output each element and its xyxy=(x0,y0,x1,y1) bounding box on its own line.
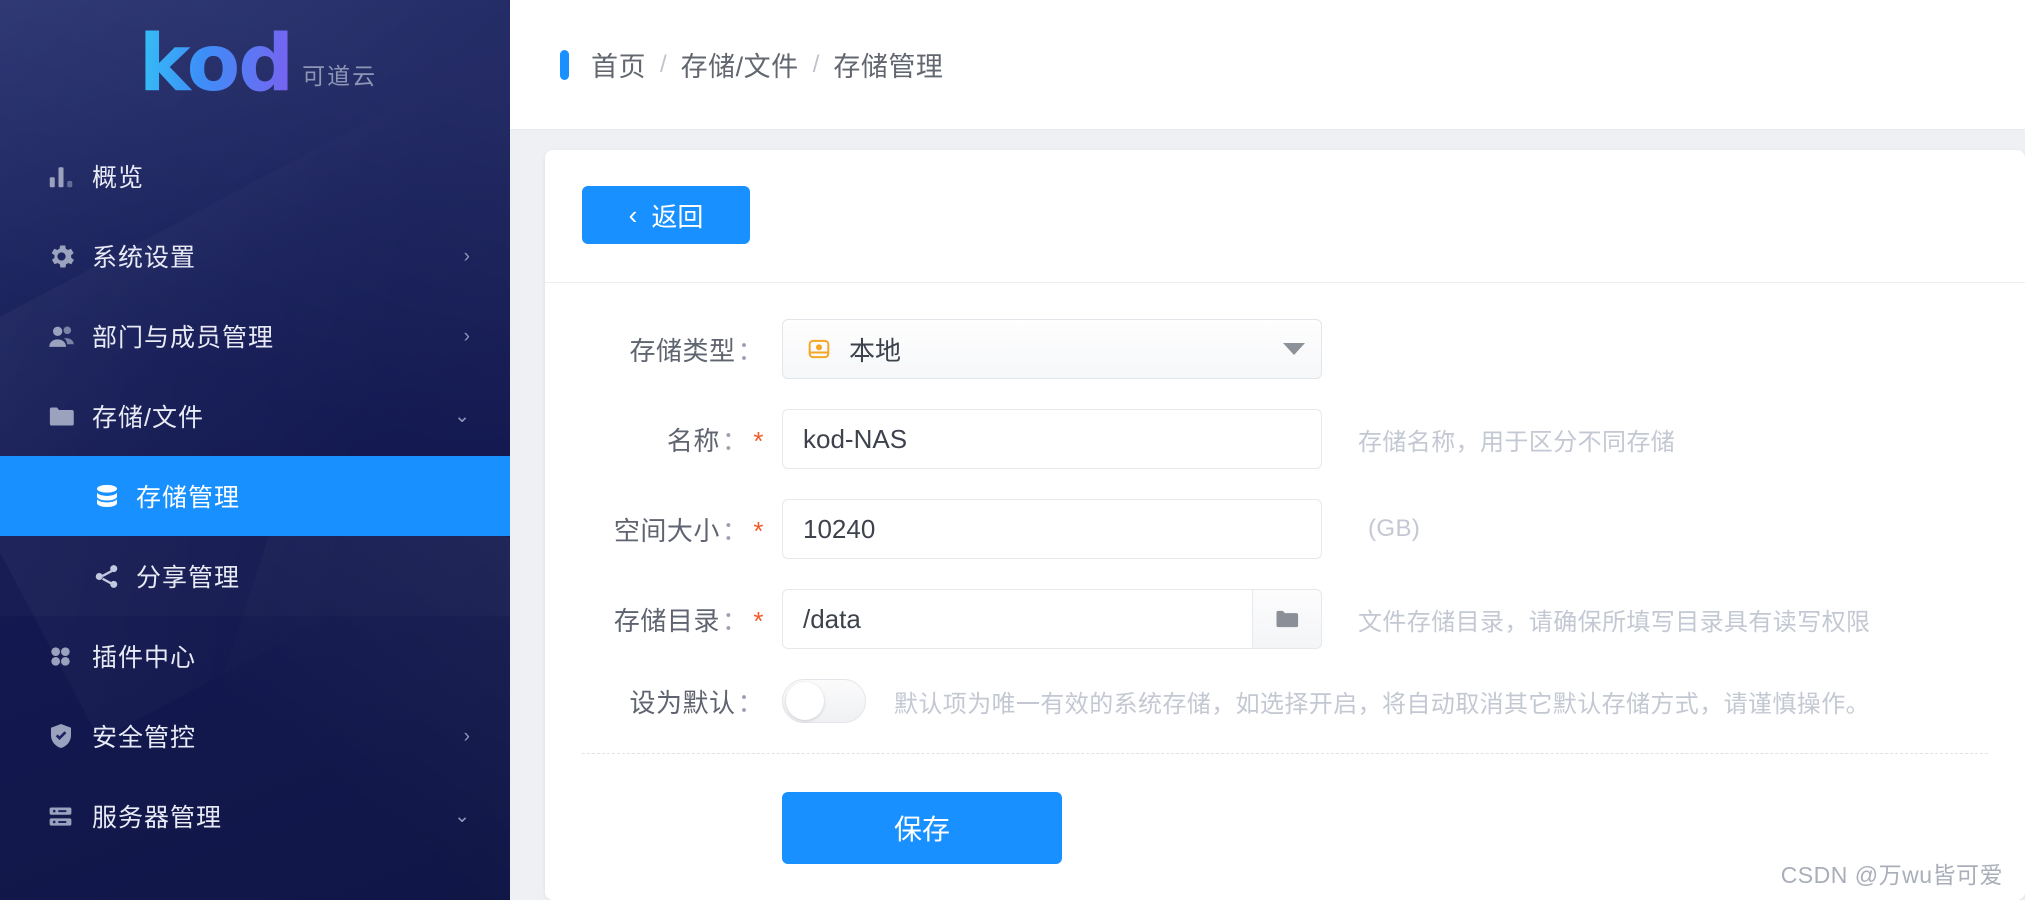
directory-input[interactable] xyxy=(782,589,1252,649)
sidebar: kod 可道云 概览 系统设置 › 部门与成员管理 › 存储/文件 ⌄ 存储管理… xyxy=(0,0,510,900)
label-text: 名称 xyxy=(666,425,720,456)
label-text: 存储类型 xyxy=(629,335,736,366)
form-row-set-default: 设为默认： 默认项为唯一有效的系统存储，如选择开启，将自动取消其它默认存储方式，… xyxy=(545,679,2025,723)
label-text: 空间大小 xyxy=(613,515,720,546)
watermark: CSDN @万wu皆可爱 xyxy=(1780,862,2003,888)
name-label: 名称： * xyxy=(582,421,782,458)
size-label: 空间大小： * xyxy=(582,511,782,548)
main-content: 首页 / 存储/文件 / 存储管理 ‹ 返回 存储类型： 本地 名称： * ko… xyxy=(510,0,2025,900)
sidebar-item-label: 概览 xyxy=(92,164,145,192)
sidebar-item-department-members[interactable]: 部门与成员管理 › xyxy=(0,296,510,376)
breadcrumb-bar: 首页 / 存储/文件 / 存储管理 xyxy=(510,0,2025,130)
server-icon xyxy=(46,802,92,831)
set-default-toggle[interactable] xyxy=(782,679,866,723)
sidebar-menu: 概览 系统设置 › 部门与成员管理 › 存储/文件 ⌄ 存储管理 分享管理 插件… xyxy=(0,130,510,856)
browse-folder-button[interactable] xyxy=(1252,589,1322,649)
folder-icon xyxy=(46,401,92,432)
chevron-left-icon: ‹ xyxy=(628,199,638,230)
back-button[interactable]: ‹ 返回 xyxy=(582,186,750,244)
breadcrumb-current: 存储管理 xyxy=(833,52,944,82)
content-area: ‹ 返回 存储类型： 本地 名称： * kod-NAS 存储名称，用于区分不同存… xyxy=(510,130,2025,900)
required-marker: * xyxy=(753,425,764,456)
breadcrumb-separator: / xyxy=(812,50,820,78)
grid-icon xyxy=(46,642,92,671)
breadcrumb-separator: / xyxy=(660,50,667,78)
sidebar-item-system-settings[interactable]: 系统设置 › xyxy=(0,216,510,296)
label-colon: ： xyxy=(721,425,749,456)
sidebar-item-label: 分享管理 xyxy=(136,564,241,592)
sidebar-item-label: 部门与成员管理 xyxy=(92,324,275,352)
name-input[interactable] xyxy=(782,409,1322,469)
form-row-storage-type: 存储类型： 本地 xyxy=(545,319,2025,379)
size-hint: (GB) xyxy=(1368,515,1421,542)
back-button-label: 返回 xyxy=(651,201,704,232)
chevron-right-icon: › xyxy=(463,325,470,347)
sidebar-item-plugin-center[interactable]: 插件中心 xyxy=(0,616,510,696)
sidebar-item-storage-management[interactable]: 存储管理 xyxy=(0,456,510,536)
sidebar-item-server-management[interactable]: 服务器管理 ⌄ xyxy=(0,776,510,856)
breadcrumb-marker xyxy=(560,49,569,80)
sidebar-item-security-control[interactable]: 安全管控 › xyxy=(0,696,510,776)
breadcrumb-home[interactable]: 首页 xyxy=(591,45,646,84)
share-icon xyxy=(92,562,136,591)
sidebar-item-label: 存储/文件 xyxy=(92,404,204,432)
size-input[interactable] xyxy=(782,499,1322,559)
label-colon: ： xyxy=(737,687,764,718)
storage-type-label: 存储类型： xyxy=(582,331,782,368)
label-text: 设为默认 xyxy=(629,687,736,718)
sidebar-item-overview[interactable]: 概览 xyxy=(0,136,510,216)
sidebar-item-label: 存储管理 xyxy=(136,484,241,512)
sidebar-item-label: 插件中心 xyxy=(92,644,197,672)
logo-text: kod xyxy=(138,19,294,110)
folder-icon xyxy=(1273,605,1301,633)
chevron-right-icon: › xyxy=(463,245,470,267)
form-actions: 保存 xyxy=(545,754,2025,864)
required-marker: * xyxy=(753,605,764,636)
shield-check-icon xyxy=(46,721,92,751)
form-row-directory: 存储目录：* 文件存储 xyxy=(545,589,2025,649)
sidebar-item-share-management[interactable]: 分享管理 xyxy=(0,536,510,616)
storage-form-card: ‹ 返回 存储类型： 本地 名称： * kod-NAS 存储名称，用于区分不同存… xyxy=(545,150,2025,900)
logo-subtitle: 可道云 xyxy=(302,62,378,89)
directory-input-group xyxy=(782,589,1322,649)
storage-form: 存储类型： 本地 名称： * kod-NAS 存储名称，用于区分不同存储 空间大… xyxy=(545,283,2025,864)
name-hint: 存储名称，用于区分不同存储 xyxy=(1358,428,1676,456)
drive-icon xyxy=(805,335,833,363)
sidebar-item-label: 系统设置 xyxy=(92,244,197,272)
chevron-down-icon xyxy=(1283,343,1305,355)
label-colon: ： xyxy=(721,605,749,636)
form-row-size: 空间大小：* (GB) xyxy=(545,499,2025,559)
database-icon xyxy=(92,481,136,511)
label-text: 存储目录 xyxy=(613,605,720,636)
form-row-name: 名称：* 存储名称，用于区分不同存储 xyxy=(545,409,2025,469)
directory-label: 存储目录： * xyxy=(582,601,782,638)
label-colon: ： xyxy=(721,515,749,546)
toggle-knob xyxy=(786,682,824,720)
directory-hint: 文件存储目录，请确保所填写目录具有读写权限 xyxy=(1358,608,1871,636)
set-default-hint: 默认项为唯一有效的系统存储，如选择开启，将自动取消其它默认存储方式，请谨慎操作。 xyxy=(894,690,1870,718)
required-marker: * xyxy=(753,515,764,546)
chevron-down-icon: ⌄ xyxy=(454,405,470,427)
sidebar-item-label: 安全管控 xyxy=(92,724,197,752)
breadcrumb-section[interactable]: 存储/文件 xyxy=(681,45,799,84)
storage-type-select[interactable]: 本地 xyxy=(782,319,1322,379)
app-root: kod 可道云 概览 系统设置 › 部门与成员管理 › 存储/文件 ⌄ 存储管理… xyxy=(0,0,2025,900)
gear-icon xyxy=(46,241,92,272)
label-colon: ： xyxy=(737,335,764,366)
set-default-label: 设为默认： xyxy=(582,683,782,720)
chevron-down-icon: ⌄ xyxy=(454,805,470,827)
chevron-right-icon: › xyxy=(463,725,470,747)
brand-logo[interactable]: kod 可道云 xyxy=(0,0,510,130)
bar-chart-icon xyxy=(46,161,92,191)
users-icon xyxy=(46,321,92,352)
sidebar-item-storage-files[interactable]: 存储/文件 ⌄ xyxy=(0,376,510,456)
storage-type-value: 本地 xyxy=(849,335,902,366)
save-button[interactable]: 保存 xyxy=(782,792,1062,864)
sidebar-item-label: 服务器管理 xyxy=(92,804,223,832)
